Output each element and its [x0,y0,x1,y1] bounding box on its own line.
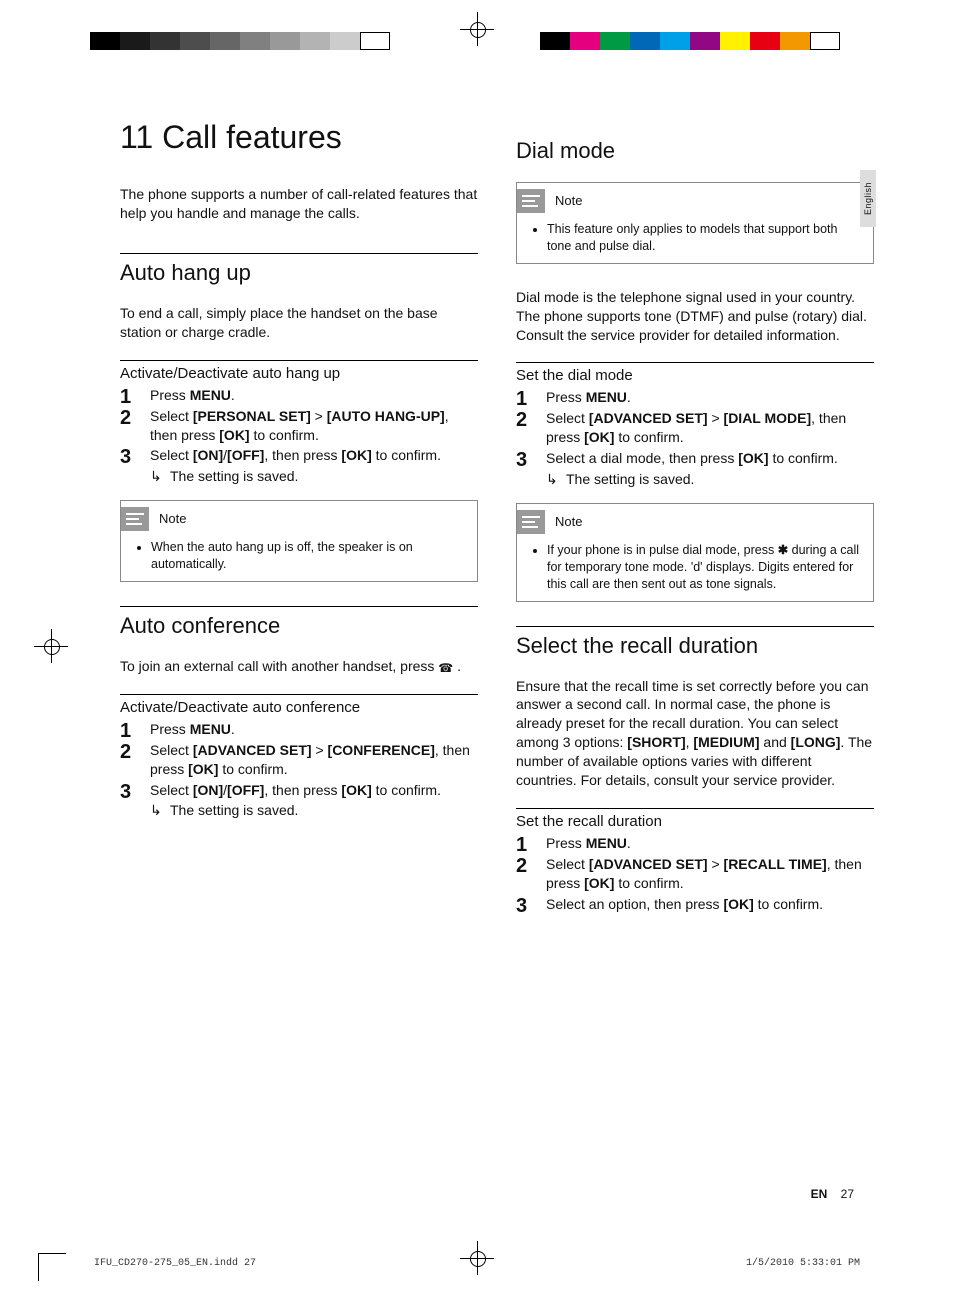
note-title: Note [159,510,186,528]
note-text: This feature only applies to models that… [547,221,863,255]
step-item: Select an option, then press [OK] to con… [516,895,874,914]
note-box: Note When the auto hang up is off, the s… [120,500,478,582]
step-result: The setting is saved. [546,470,874,489]
page-content: 11 Call features The phone supports a nu… [0,0,954,967]
step-item: Press MENU. [516,834,874,853]
recall-steps: Press MENU. Select [ADVANCED SET] > [REC… [516,834,874,914]
step-item: Press MENU. [516,388,874,407]
step-item: Select [ADVANCED SET] > [RECALL TIME], t… [516,855,874,893]
step-item: Select [ADVANCED SET] > [CONFERENCE], th… [120,741,478,779]
note-icon [121,507,149,531]
star-key-icon: ✱ [778,543,788,557]
dial-mode-sub: Set the dial mode [516,362,874,384]
right-column: Dial mode Note This feature only applies… [516,120,874,927]
auto-conf-sub: Activate/Deactivate auto conference [120,694,478,716]
language-tab: English [860,170,876,227]
step-item: Select a dial mode, then press [OK] to c… [516,449,874,489]
step-result: The setting is saved. [150,467,478,486]
phone-icon: ☎ [438,660,453,676]
auto-conf-steps: Press MENU. Select [ADVANCED SET] > [CON… [120,720,478,820]
note-icon [517,189,545,213]
note-title: Note [555,513,582,531]
dial-mode-steps: Press MENU. Select [ADVANCED SET] > [DIA… [516,388,874,488]
color-swatches [540,32,840,50]
section-auto-conference: Auto conference [120,606,478,639]
step-item: Press MENU. [120,720,478,739]
step-result: The setting is saved. [150,801,478,820]
print-slug: IFU_CD270-275_05_EN.indd 27 1/5/2010 5:3… [94,1258,860,1269]
footer-lang: EN [811,1187,828,1201]
footer-page: 27 [841,1187,854,1201]
auto-hangup-sub: Activate/Deactivate auto hang up [120,360,478,382]
print-timestamp: 1/5/2010 5:33:01 PM [746,1258,860,1269]
auto-conf-body: To join an external call with another ha… [120,657,478,676]
dial-mode-body: Dial mode is the telephone signal used i… [516,288,874,345]
note-title: Note [555,192,582,210]
note-text: If your phone is in pulse dial mode, pre… [547,542,863,593]
section-auto-hangup: Auto hang up [120,253,478,286]
auto-hangup-body: To end a call, simply place the handset … [120,304,478,342]
chapter-title: Call features [162,119,342,155]
step-item: Select [ON]/[OFF], then press [OK] to co… [120,446,478,486]
note-icon [517,510,545,534]
page-footer: EN 27 [811,1187,854,1201]
chapter-intro: The phone supports a number of call-rela… [120,185,478,223]
recall-sub: Set the recall duration [516,808,874,830]
note-box: Note This feature only applies to models… [516,182,874,264]
step-item: Select [PERSONAL SET] > [AUTO HANG-UP], … [120,407,478,445]
gray-swatches [90,32,390,50]
step-item: Press MENU. [120,386,478,405]
note-box: Note If your phone is in pulse dial mode… [516,503,874,602]
section-dial-mode: Dial mode [516,132,874,164]
auto-hangup-steps: Press MENU. Select [PERSONAL SET] > [AUT… [120,386,478,486]
step-item: Select [ADVANCED SET] > [DIAL MODE], the… [516,409,874,447]
chapter-heading: 11 Call features [120,120,478,155]
step-item: Select [ON]/[OFF], then press [OK] to co… [120,781,478,821]
note-text: When the auto hang up is off, the speake… [151,539,467,573]
recall-body: Ensure that the recall time is set corre… [516,677,874,790]
print-file: IFU_CD270-275_05_EN.indd 27 [94,1258,256,1269]
left-column: 11 Call features The phone supports a nu… [120,120,478,927]
section-recall: Select the recall duration [516,626,874,659]
chapter-number: 11 [120,119,153,155]
